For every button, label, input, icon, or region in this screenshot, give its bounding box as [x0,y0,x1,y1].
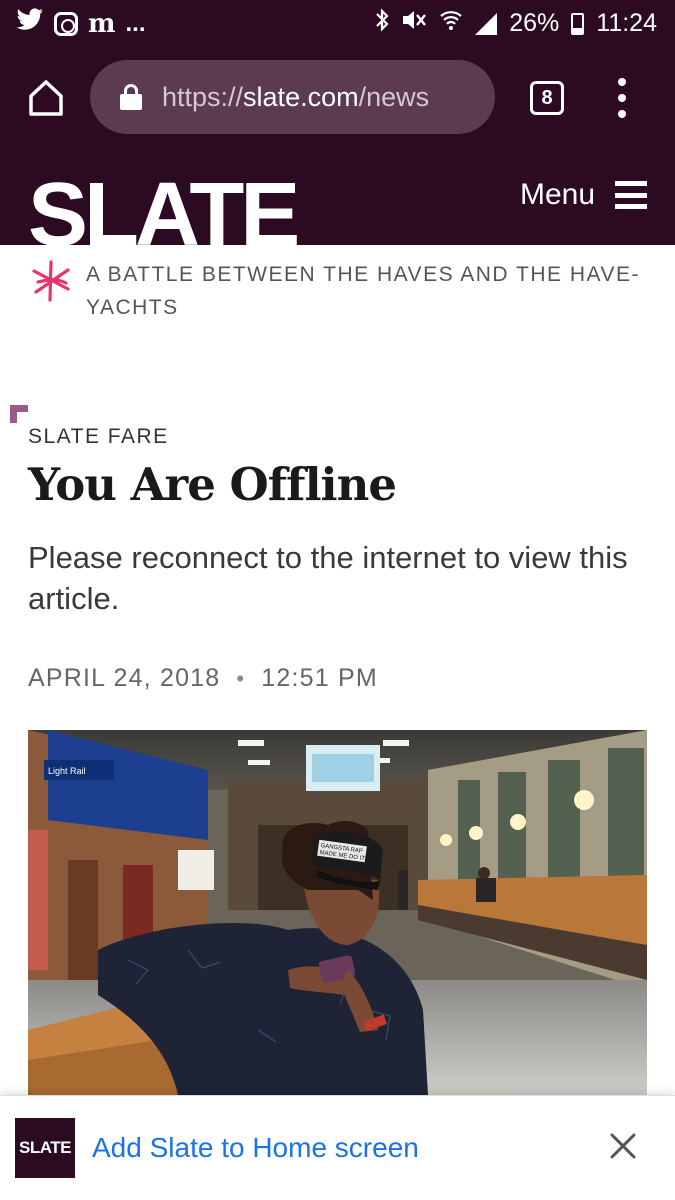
browser-toolbar: https://slate.com/news 8 [0,48,675,148]
wifi-icon [439,8,463,39]
cell-signal-icon [475,12,498,35]
url-text[interactable]: https://slate.com/news [162,82,429,113]
notification-icons: m ... [16,8,146,39]
slate-asterisk-icon [32,260,70,302]
article-dateline: APRIL 24, 2018 • 12:51 PM [28,664,378,693]
url-bar[interactable]: https://slate.com/news [90,60,495,134]
article-photo: Light Rail GANGSTA RAP MADE ME DO IT [28,730,647,1095]
battery-percent: 26% [509,9,560,37]
article-dek: Please reconnect to the internet to view… [28,540,628,616]
article-headline: You Are Offline [28,458,397,511]
url-host: slate.com [243,81,359,112]
article-date: APRIL 24, 2018 [28,664,221,692]
status-bar: m ... 26% 11:24 [0,0,675,48]
mute-icon [401,8,427,39]
more-notifications-ellipsis: ... [125,9,146,37]
hamburger-icon [615,181,647,209]
url-scheme: https:// [162,81,244,112]
dot-icon [618,94,626,102]
more-options-button[interactable] [612,78,632,118]
article-time: 12:51 PM [261,664,378,692]
tab-switcher-button[interactable]: 8 [530,81,564,115]
dot-icon [618,110,626,118]
corner-mark [10,405,28,423]
instagram-icon [54,11,78,36]
menu-label: Menu [519,178,595,211]
dot-icon [618,78,626,86]
article-kicker[interactable]: SLATE FARE [28,425,169,449]
slate-logo[interactable]: SLATE [28,170,300,245]
light-rail-sign: Light Rail [48,766,86,776]
home-icon [29,80,63,116]
promo-link[interactable]: A BATTLE BETWEEN THE HAVES AND THE HAVE-… [28,258,658,324]
system-status: 26% 11:24 [375,8,657,39]
site-header: SLATE Menu [0,148,675,245]
twitter-icon [16,8,44,39]
promo-text: A BATTLE BETWEEN THE HAVES AND THE HAVE-… [86,263,641,319]
add-to-home-link[interactable]: Add Slate to Home screen [92,1132,419,1164]
close-icon[interactable] [609,1132,637,1160]
merriam-webster-icon: m [88,8,116,39]
menu-button[interactable]: Menu [520,178,647,212]
lock-icon [120,84,142,110]
home-button[interactable] [28,78,64,118]
url-path: /news [358,81,430,112]
battery-icon [571,12,585,35]
add-to-home-prompt[interactable]: SLATE Add Slate to Home screen [0,1095,675,1200]
slate-app-icon: SLATE [15,1118,75,1178]
bluetooth-icon [375,8,389,39]
separator-dot: • [236,665,246,691]
clock: 11:24 [596,9,657,37]
